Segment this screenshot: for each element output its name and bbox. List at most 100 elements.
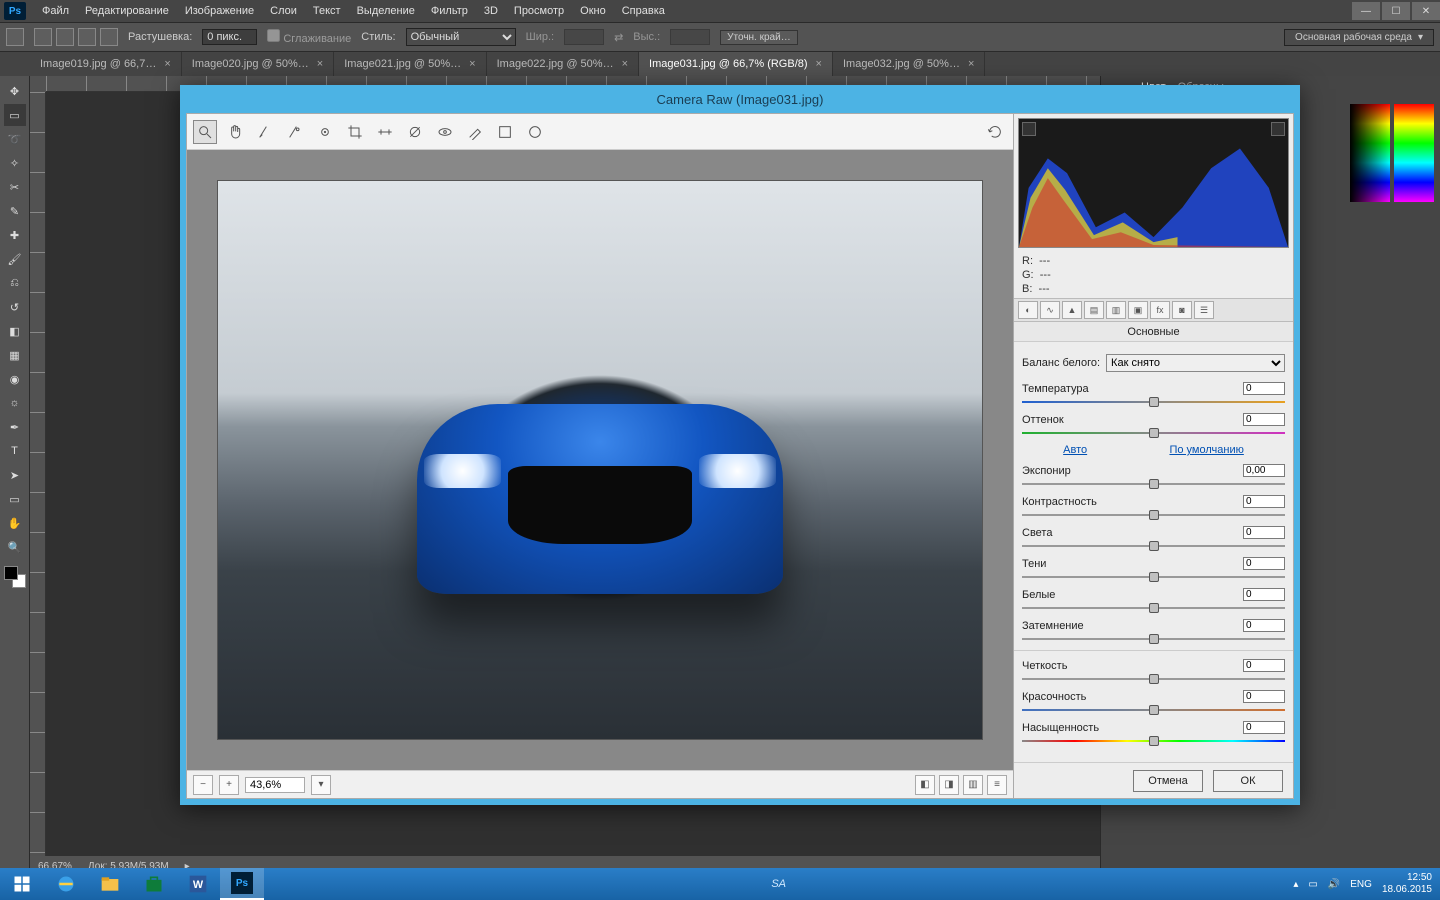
zoom-out-icon[interactable]: − [193, 775, 213, 795]
clarity-slider[interactable] [1022, 674, 1285, 684]
menu-edit[interactable]: Редактирование [77, 5, 177, 17]
chevron-down-icon[interactable]: ▾ [311, 775, 331, 795]
language-indicator[interactable]: ENG [1350, 879, 1372, 890]
menu-view[interactable]: Просмотр [506, 5, 572, 17]
marquee-tool-preset-icon[interactable] [6, 28, 24, 46]
ie-icon[interactable] [44, 868, 88, 900]
detail-tab-icon[interactable]: ▲ [1062, 301, 1082, 319]
highlights-input[interactable] [1243, 526, 1285, 539]
redeye-tool-icon[interactable] [433, 120, 457, 144]
store-icon[interactable] [132, 868, 176, 900]
adjustment-brush-icon[interactable] [463, 120, 487, 144]
menu-text[interactable]: Текст [305, 5, 349, 17]
highlights-slider[interactable] [1022, 541, 1285, 551]
shadows-input[interactable] [1243, 557, 1285, 570]
before-after-icon[interactable]: ▥ [963, 775, 983, 795]
histogram[interactable] [1018, 118, 1289, 248]
menu-window[interactable]: Окно [572, 5, 614, 17]
shadows-slider[interactable] [1022, 572, 1285, 582]
exposure-input[interactable] [1243, 464, 1285, 477]
close-icon[interactable]: × [317, 58, 323, 70]
document-tab[interactable]: Image032.jpg @ 50%…× [833, 52, 985, 76]
magic-wand-tool-icon[interactable]: ✧ [4, 152, 26, 174]
tint-input[interactable] [1243, 413, 1285, 426]
temperature-input[interactable] [1243, 382, 1285, 395]
lasso-tool-icon[interactable]: ➰ [4, 128, 26, 150]
clock[interactable]: 12:50 18.06.2015 [1382, 872, 1432, 896]
split-tab-icon[interactable]: ▥ [1106, 301, 1126, 319]
presets-tab-icon[interactable]: ☰ [1194, 301, 1214, 319]
contrast-slider[interactable] [1022, 510, 1285, 520]
document-tab[interactable]: Image022.jpg @ 50%…× [487, 52, 639, 76]
menu-layers[interactable]: Слои [262, 5, 305, 17]
word-icon[interactable]: W [176, 868, 220, 900]
fx-tab-icon[interactable]: fx [1150, 301, 1170, 319]
white-balance-tool-icon[interactable] [253, 120, 277, 144]
close-icon[interactable]: × [469, 58, 475, 70]
preview-area[interactable] [187, 150, 1013, 770]
menu-3d[interactable]: 3D [476, 5, 506, 17]
document-tab[interactable]: Image020.jpg @ 50%…× [182, 52, 334, 76]
white-balance-select[interactable]: Как снято [1106, 354, 1285, 372]
straighten-tool-icon[interactable] [373, 120, 397, 144]
shape-tool-icon[interactable]: ▭ [4, 488, 26, 510]
zoom-level-input[interactable] [245, 777, 305, 793]
gradient-tool-icon[interactable]: ▦ [4, 344, 26, 366]
file-explorer-icon[interactable] [88, 868, 132, 900]
close-icon[interactable]: × [816, 58, 822, 70]
close-icon[interactable]: × [164, 58, 170, 70]
blacks-slider[interactable] [1022, 634, 1285, 644]
color-sampler-tool-icon[interactable] [283, 120, 307, 144]
shadow-clipping-warning-icon[interactable] [1022, 122, 1036, 136]
vibrance-slider[interactable] [1022, 705, 1285, 715]
saturation-input[interactable] [1243, 721, 1285, 734]
dodge-tool-icon[interactable]: ☼ [4, 392, 26, 414]
healing-brush-tool-icon[interactable]: ✚ [4, 224, 26, 246]
graduated-filter-icon[interactable] [493, 120, 517, 144]
targeted-adjust-tool-icon[interactable] [313, 120, 337, 144]
menu-file[interactable]: Файл [34, 5, 77, 17]
rotate-ccw-icon[interactable] [983, 120, 1007, 144]
marquee-tool-icon[interactable]: ▭ [4, 104, 26, 126]
selection-subtract-icon[interactable] [78, 28, 96, 46]
eyedropper-tool-icon[interactable]: ✎ [4, 200, 26, 222]
brush-tool-icon[interactable]: 🖌 [4, 248, 26, 270]
close-icon[interactable]: × [622, 58, 628, 70]
document-tab[interactable]: Image019.jpg @ 66,7…× [30, 52, 182, 76]
default-link[interactable]: По умолчанию [1169, 444, 1243, 456]
refine-edge-button[interactable]: Уточн. край… [720, 30, 798, 45]
zoom-tool-icon[interactable]: 🔍 [4, 536, 26, 558]
menu-help[interactable]: Справка [614, 5, 673, 17]
history-brush-tool-icon[interactable]: ↺ [4, 296, 26, 318]
menu-filter[interactable]: Фильтр [423, 5, 476, 17]
clarity-input[interactable] [1243, 659, 1285, 672]
antialias-checkbox[interactable]: Сглаживание [267, 29, 351, 45]
feather-input[interactable] [202, 29, 257, 45]
crop-tool-icon[interactable]: ✂ [4, 176, 26, 198]
selection-add-icon[interactable] [56, 28, 74, 46]
ok-button[interactable]: ОК [1213, 770, 1283, 792]
curve-tab-icon[interactable]: ∿ [1040, 301, 1060, 319]
pen-tool-icon[interactable]: ✒ [4, 416, 26, 438]
whites-input[interactable] [1243, 588, 1285, 601]
radial-filter-icon[interactable] [523, 120, 547, 144]
selection-new-icon[interactable] [34, 28, 52, 46]
spot-removal-tool-icon[interactable] [403, 120, 427, 144]
exposure-slider[interactable] [1022, 479, 1285, 489]
photoshop-taskbar-icon[interactable]: Ps [220, 868, 264, 900]
menu-select[interactable]: Выделение [349, 5, 423, 17]
move-tool-icon[interactable]: ✥ [4, 80, 26, 102]
menu-icon[interactable]: ≡ [987, 775, 1007, 795]
document-tab[interactable]: Image021.jpg @ 50%…× [334, 52, 486, 76]
color-swatches[interactable] [4, 566, 26, 588]
hsl-tab-icon[interactable]: ▤ [1084, 301, 1104, 319]
contrast-input[interactable] [1243, 495, 1285, 508]
temperature-slider[interactable] [1022, 397, 1285, 407]
window-minimize-button[interactable]: — [1352, 2, 1380, 20]
workspace-switcher[interactable]: Основная рабочая среда▾ [1284, 29, 1434, 46]
highlight-clipping-warning-icon[interactable] [1271, 122, 1285, 136]
crop-tool-icon[interactable] [343, 120, 367, 144]
volume-icon[interactable]: 🔊 [1328, 879, 1340, 890]
vibrance-input[interactable] [1243, 690, 1285, 703]
tint-slider[interactable] [1022, 428, 1285, 438]
